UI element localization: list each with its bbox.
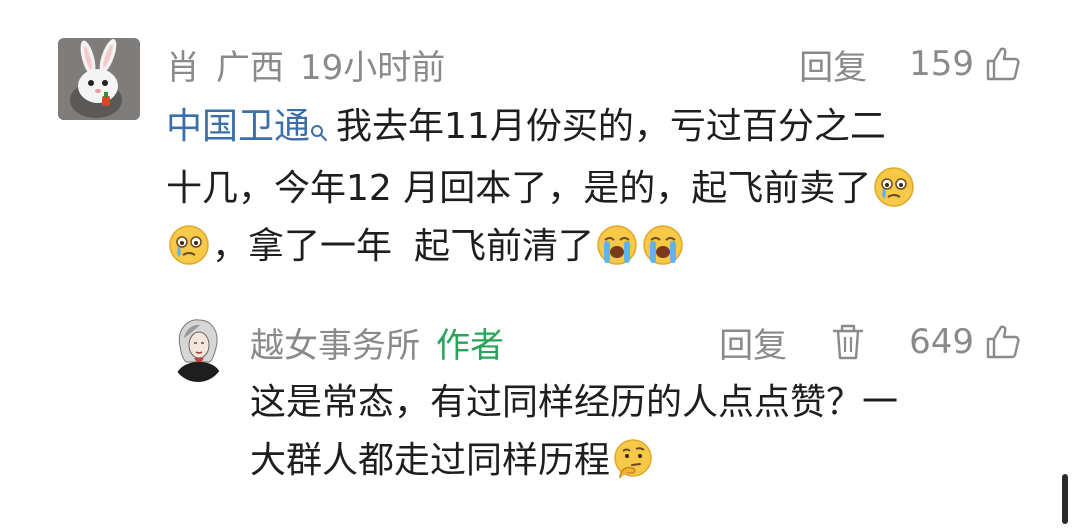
comment-text: ，拿了一年 [212,226,393,267]
like-count: 649 [909,322,974,362]
like-count: 159 [909,44,974,84]
user-name[interactable]: 越女事务所 [250,318,420,367]
user-name[interactable]: 肖 [166,40,200,89]
thumbs-up-icon [984,45,1022,83]
author-badge: 作者 [436,325,504,366]
woman-avatar-image [172,316,224,382]
comment-time: 19小时前 [300,47,446,88]
reply-actions: 回复 649 [719,318,1022,366]
comment-actions: 回复 159 [799,40,1022,88]
comment-text: 十几，今年12 月回本了，是的，起飞前卖了 [166,168,872,209]
comment-line: 中国卫通 我去年11月份买的，亏过百分之二 [166,98,1016,160]
thinking-face-emoji [614,439,652,479]
comment-line: 十几，今年12 月回本了，是的，起飞前卖了 [166,160,1016,218]
reply-text: 大群人都走过同样历程 [250,440,611,481]
loudly-crying-face-emoji [643,225,683,265]
avatar[interactable] [58,38,140,120]
stock-mention-link[interactable]: 中国卫通 [166,106,310,147]
like-button[interactable]: 649 [909,322,1022,362]
comment-meta: 肖 广西 19小时前 [166,40,445,88]
comment-text: 起飞前清了 [414,226,595,267]
reply-button[interactable]: 回复 [799,40,867,89]
reply-text: 这是常态，有过同样经历的人点点赞？一 [250,382,899,423]
comment-body: 中国卫通 我去年11月份买的，亏过百分之二 十几，今年12 月回本了，是的，起飞前… [166,98,1016,276]
rabbit-avatar-image [58,38,140,120]
reply-body: 这是常态，有过同样经历的人点点赞？一 大群人都走过同样历程 [250,374,1010,490]
reply-meta: 越女事务所 作者 [250,318,504,366]
user-location: 广西 [216,47,284,88]
like-button[interactable]: 159 [909,44,1022,84]
trash-icon[interactable] [831,323,865,361]
reply-line: 大群人都走过同样历程 [250,432,1010,490]
avatar[interactable] [172,316,224,382]
reply-line: 这是常态，有过同样经历的人点点赞？一 [250,374,1010,432]
thumbs-up-icon [984,323,1022,361]
comment-line: ，拿了一年 起飞前清了 [166,218,1016,276]
search-icon[interactable] [310,102,328,160]
loudly-crying-face-emoji [597,225,637,265]
crying-face-emoji [169,225,209,265]
scrollbar[interactable] [1062,474,1068,524]
crying-face-emoji [874,167,915,207]
comment-text: 我去年11月份买的，亏过百分之二 [336,106,886,147]
reply-button[interactable]: 回复 [719,318,787,367]
